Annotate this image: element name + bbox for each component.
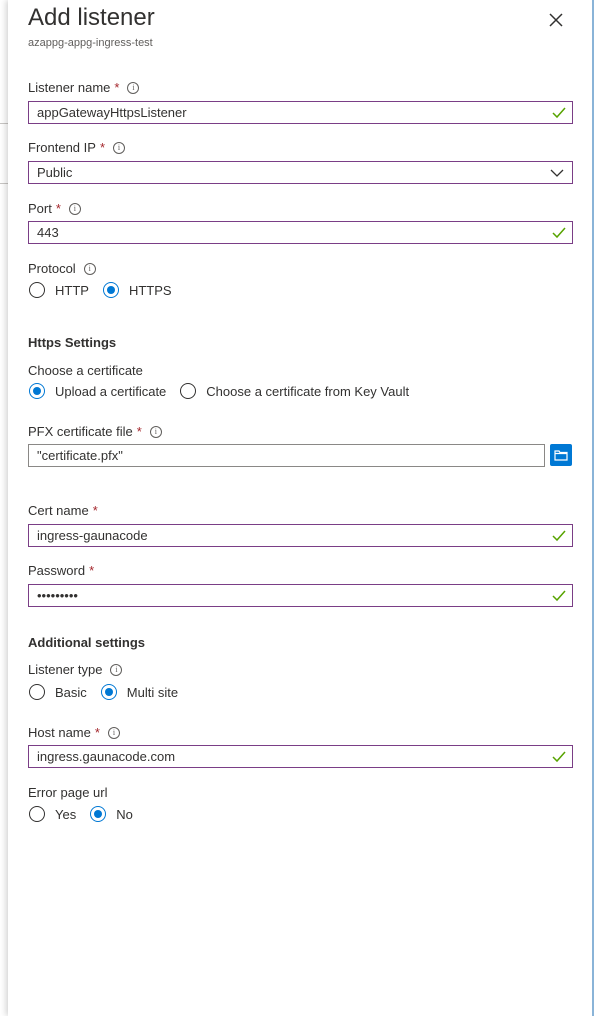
port-value: 443 (37, 225, 59, 240)
protocol-radio-group: HTTP HTTPS (29, 282, 186, 298)
close-icon (549, 13, 563, 27)
https-settings-heading: Https Settings (28, 335, 117, 350)
radio-label: No (116, 806, 133, 822)
required-marker: * (92, 503, 98, 518)
background-divider (0, 183, 8, 184)
radio-multi-site[interactable]: Multi site (100, 684, 179, 700)
password-value: ••••••••• (37, 588, 78, 603)
radio-label: Yes (55, 806, 77, 822)
required-marker: * (99, 140, 105, 155)
info-icon[interactable]: i (149, 425, 162, 438)
listener-type-label-text: Listener type (28, 662, 103, 677)
radio-circle-selected[interactable] (90, 806, 107, 822)
radio-label: Choose a certificate from Key Vault (206, 383, 410, 399)
cert-name-input[interactable]: ingress-gaunacode (28, 524, 573, 547)
frontend-ip-label: Frontend IP * i (28, 140, 125, 155)
checkmark-icon (552, 107, 566, 119)
checkmark-icon (552, 590, 566, 602)
radio-key-vault-certificate[interactable]: Choose a certificate from Key Vault (180, 383, 409, 399)
choose-certificate-label-text: Choose a certificate (28, 363, 143, 378)
panel-subtitle: azappg-appg-ingress-test (28, 37, 153, 49)
additional-settings-heading: Additional settings (28, 635, 145, 650)
radio-upload-certificate[interactable]: Upload a certificate (29, 383, 166, 399)
info-icon[interactable]: i (127, 81, 140, 94)
pfx-file-value: "certificate.pfx" (37, 448, 123, 463)
protocol-label-text: Protocol (28, 261, 76, 276)
info-icon[interactable]: i (83, 262, 96, 275)
frontend-ip-dropdown[interactable]: Public (28, 161, 573, 184)
info-icon[interactable]: i (110, 663, 123, 676)
password-label: Password * (28, 563, 94, 578)
protocol-radio-http[interactable]: HTTP (29, 282, 89, 298)
password-label-text: Password (28, 563, 86, 578)
certificate-source-radio-group: Upload a certificate Choose a certificat… (29, 383, 423, 399)
pfx-label-text: PFX certificate file (28, 424, 133, 439)
background-page (0, 0, 8, 1016)
required-marker: * (89, 563, 95, 578)
host-name-value: ingress.gaunacode.com (37, 749, 176, 764)
close-button[interactable] (546, 10, 566, 30)
listener-type-radio-group: Basic Multi site (29, 684, 192, 700)
radio-circle[interactable] (29, 684, 45, 700)
checkmark-icon (552, 530, 566, 542)
radio-label: Upload a certificate (55, 383, 167, 399)
chevron-down-icon (550, 169, 564, 177)
required-marker: * (136, 424, 142, 439)
choose-certificate-label: Choose a certificate (28, 363, 143, 378)
required-marker: * (55, 201, 61, 216)
listener-name-value: appGatewayHttpsListener (37, 105, 187, 120)
checkmark-icon (552, 751, 566, 763)
pfx-file-input[interactable]: "certificate.pfx" (28, 444, 545, 467)
pfx-label: PFX certificate file * i (28, 424, 162, 439)
host-name-label-text: Host name (28, 725, 91, 740)
listener-type-label: Listener type i (28, 662, 123, 677)
info-icon[interactable]: i (113, 141, 125, 154)
port-input[interactable]: 443 (28, 221, 573, 244)
error-page-url-label: Error page url (28, 785, 107, 800)
port-label: Port * i (28, 201, 81, 216)
frontend-ip-label-text: Frontend IP (28, 140, 96, 155)
add-listener-panel: Add listener azappg-appg-ingress-test Li… (8, 0, 594, 1016)
info-icon[interactable]: i (68, 202, 81, 215)
required-marker: * (94, 725, 100, 740)
cert-name-label-text: Cert name (28, 503, 89, 518)
checkmark-icon (552, 227, 566, 239)
radio-basic[interactable]: Basic (29, 684, 87, 700)
background-divider (0, 123, 8, 124)
password-input[interactable]: ••••••••• (28, 584, 573, 607)
cert-name-value: ingress-gaunacode (37, 528, 148, 543)
radio-circle[interactable] (180, 383, 197, 399)
error-page-radio-group: Yes No (29, 806, 147, 822)
radio-circle[interactable] (29, 806, 45, 822)
listener-name-input[interactable]: appGatewayHttpsListener (28, 101, 573, 124)
host-name-label: Host name * i (28, 725, 120, 740)
radio-error-page-no[interactable]: No (90, 806, 133, 822)
radio-circle[interactable] (29, 282, 45, 298)
frontend-ip-value: Public (37, 165, 73, 180)
folder-icon (554, 450, 568, 461)
radio-label: Multi site (126, 684, 179, 700)
panel-title: Add listener (28, 4, 155, 31)
radio-circle-selected[interactable] (102, 282, 119, 298)
radio-label: Basic (55, 684, 87, 700)
radio-circle-selected[interactable] (29, 383, 45, 399)
error-page-url-label-text: Error page url (28, 785, 108, 800)
required-marker: * (114, 80, 120, 95)
port-label-text: Port (28, 201, 52, 216)
cert-name-label: Cert name * (28, 503, 98, 518)
radio-label: HTTP (55, 282, 89, 298)
browse-file-button[interactable] (550, 444, 572, 466)
host-name-input[interactable]: ingress.gaunacode.com (28, 745, 573, 768)
info-icon[interactable]: i (107, 726, 120, 739)
radio-label: HTTPS (128, 282, 172, 298)
listener-name-label: Listener name * i (28, 80, 140, 95)
radio-error-page-yes[interactable]: Yes (29, 806, 76, 822)
listener-name-label-text: Listener name (28, 80, 111, 95)
protocol-radio-https[interactable]: HTTPS (102, 282, 172, 298)
protocol-label: Protocol i (28, 261, 96, 276)
radio-circle-selected[interactable] (100, 684, 117, 700)
